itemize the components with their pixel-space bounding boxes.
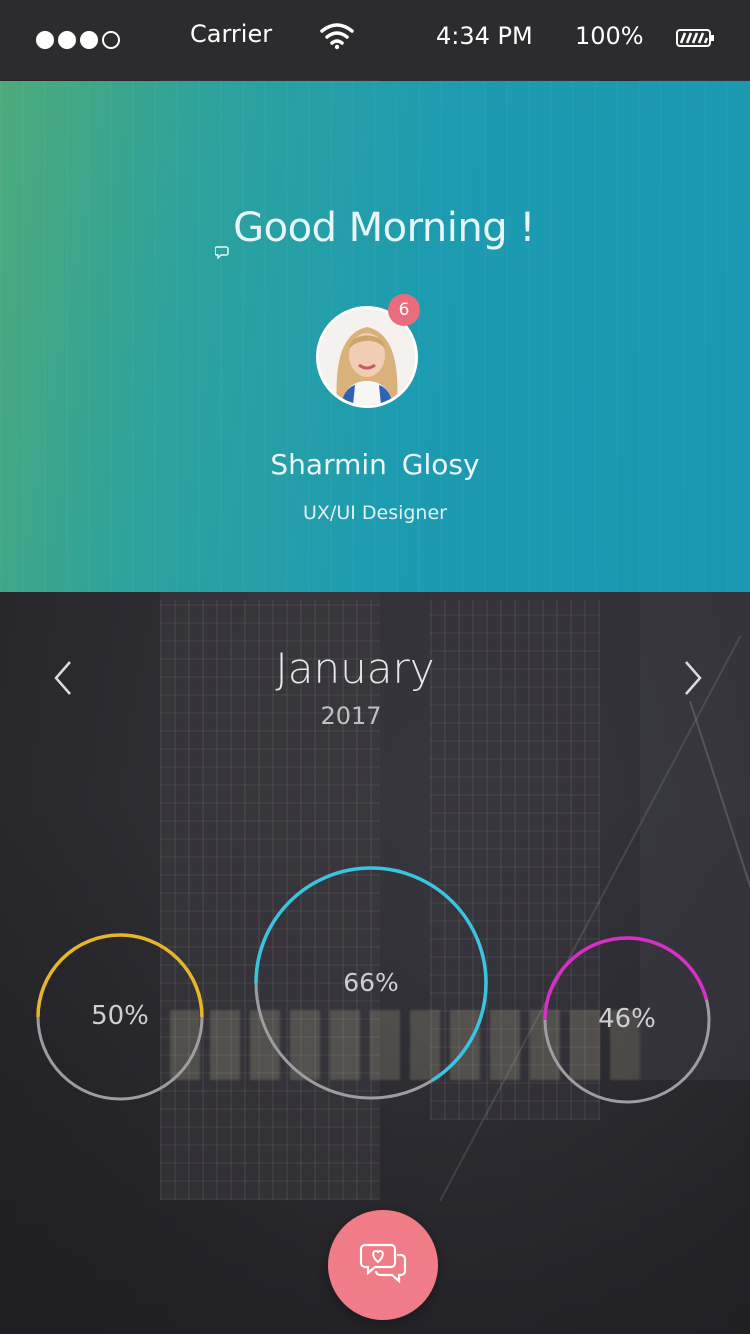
- chat-heart-icon: [359, 1241, 407, 1290]
- year-label: 2017: [320, 702, 382, 730]
- chevron-right-icon[interactable]: [678, 660, 708, 696]
- user-role: UX/UI Designer: [303, 502, 447, 524]
- greeting-title: Good Morning !: [0, 205, 750, 260]
- status-bar: Carrier 4:34 PM 100%: [0, 0, 750, 80]
- notification-badge[interactable]: 6: [388, 294, 420, 326]
- progress-ring-label: 46%: [598, 1003, 656, 1034]
- chat-bubble-icon: [214, 223, 231, 260]
- user-name: Sharmin Glosy: [270, 448, 480, 481]
- chat-heart-button[interactable]: [328, 1210, 438, 1320]
- month-label: January: [275, 644, 435, 693]
- greeting-text: Good Morning !: [233, 205, 535, 251]
- battery-icon: [676, 26, 716, 54]
- carrier-name: Carrier: [190, 20, 273, 48]
- clock-time: 4:34 PM: [436, 22, 533, 50]
- progress-ring-label: 66%: [343, 967, 399, 997]
- signal-strength-icon: [36, 31, 156, 49]
- progress-ring-label: 50%: [91, 1000, 149, 1031]
- wifi-icon: [320, 22, 354, 56]
- battery-percentage: 100%: [575, 22, 644, 50]
